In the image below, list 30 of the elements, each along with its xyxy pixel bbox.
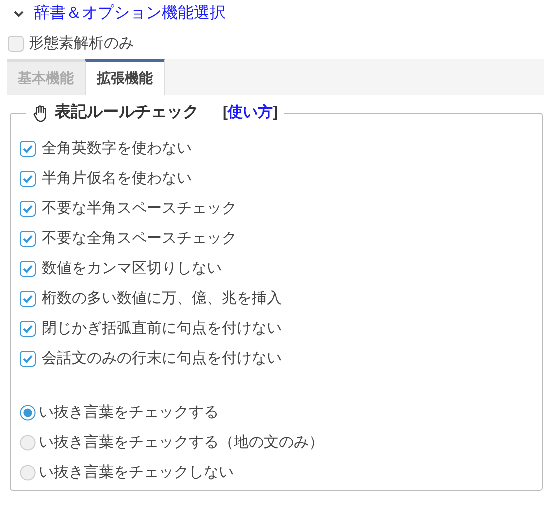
radio-button[interactable] xyxy=(20,465,36,481)
checkbox[interactable] xyxy=(20,171,36,187)
tab[interactable]: 拡張機能 xyxy=(85,59,165,95)
bracket: [ xyxy=(223,102,228,123)
checkbox[interactable] xyxy=(20,351,36,367)
checkbox-label: 不要な全角スペースチェック xyxy=(42,228,237,249)
checkbox-label: 不要な半角スペースチェック xyxy=(42,198,237,219)
checkbox-label: 閉じかぎ括弧直前に句点を付けない xyxy=(42,318,282,339)
checkbox-label: 全角英数字を使わない xyxy=(42,138,192,159)
checkbox[interactable] xyxy=(20,261,36,277)
radio-label: い抜き言葉をチェックする xyxy=(39,402,219,423)
checkbox-label: 会話文のみの行末に句点を付けない xyxy=(42,348,282,369)
help-link[interactable]: 使い方 xyxy=(228,102,273,124)
bracket: ] xyxy=(273,102,278,123)
checkbox[interactable] xyxy=(20,321,36,337)
group-title: 表記ルールチェック xyxy=(55,102,199,123)
checkbox-label: 数値をカンマ区切りしない xyxy=(42,258,222,279)
radio-label: い抜き言葉をチェックする（地の文のみ） xyxy=(39,432,324,453)
checkbox-label: 半角片仮名を使わない xyxy=(42,168,192,189)
checkbox[interactable] xyxy=(20,201,36,217)
checkbox-label: 桁数の多い数値に万、億、兆を挿入 xyxy=(42,288,282,309)
checkbox[interactable] xyxy=(20,141,36,157)
checkbox-label: 形態素解析のみ xyxy=(29,34,134,54)
checkbox[interactable] xyxy=(8,36,24,52)
section-title-link[interactable]: 辞書＆オプション機能選択 xyxy=(34,2,226,26)
radio-button[interactable] xyxy=(20,435,36,451)
radio-label: い抜き言葉をチェックしない xyxy=(39,462,234,483)
checkbox[interactable] xyxy=(20,231,36,247)
radio-button[interactable] xyxy=(20,405,36,421)
checkbox[interactable] xyxy=(20,291,36,307)
